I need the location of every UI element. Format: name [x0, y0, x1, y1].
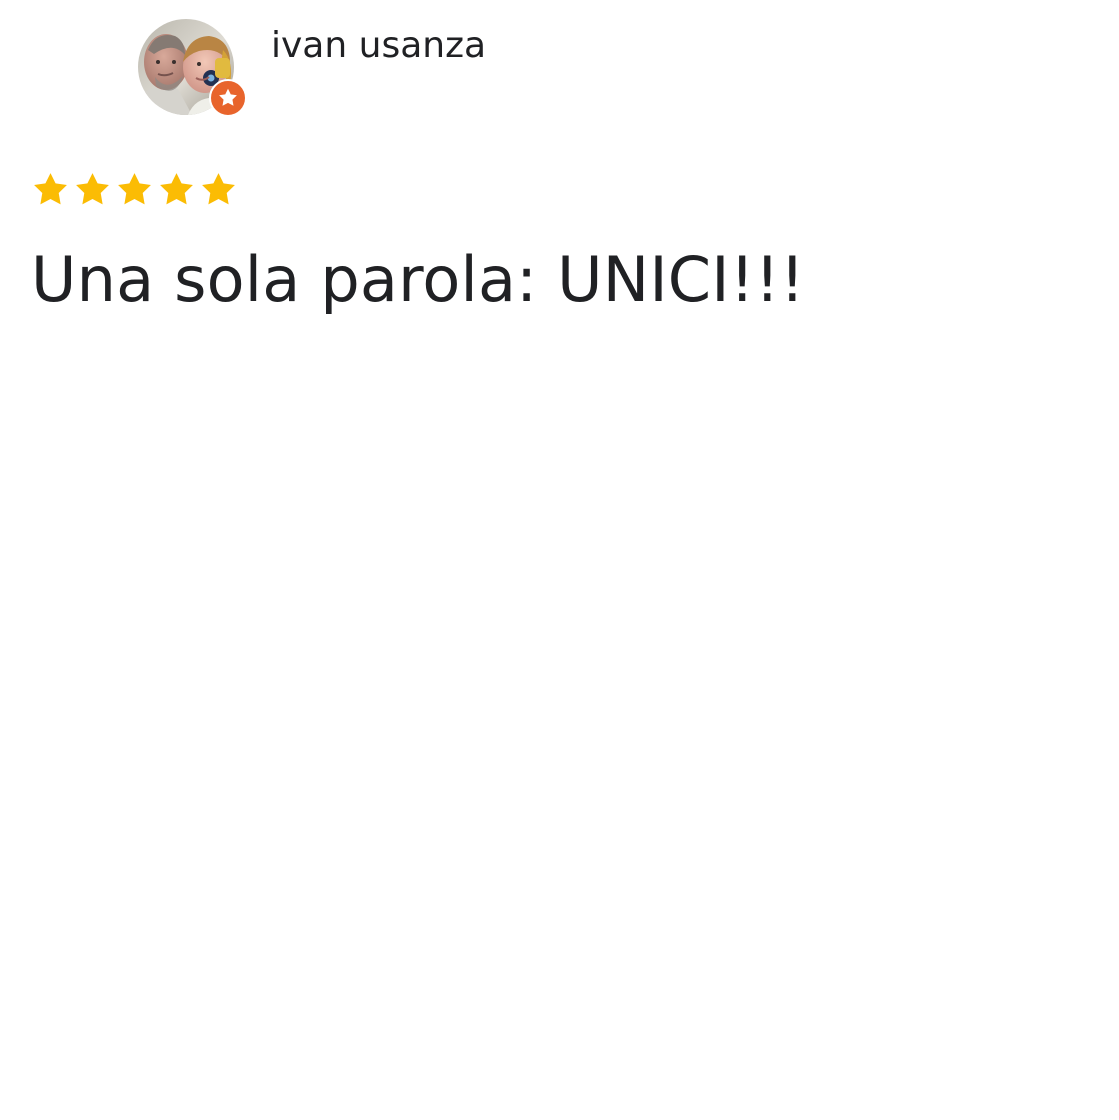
- reviewer-avatar-container[interactable]: [138, 19, 248, 117]
- star-icon: [219, 88, 237, 106]
- filled-star-icon: [202, 173, 235, 205]
- reviewer-name[interactable]: ivan usanza: [271, 24, 486, 68]
- review-text: Una sola parola: UNICI!!!: [31, 243, 805, 316]
- filled-star-icon: [160, 173, 193, 205]
- rating-stars: [31, 170, 238, 212]
- filled-star-icon: [118, 173, 151, 205]
- filled-star-icon: [76, 173, 109, 205]
- local-guide-badge-icon: [209, 79, 247, 117]
- review-card: ivan usanza Una sola parola: UNICI!!!: [0, 0, 1119, 1120]
- filled-star-icon: [34, 173, 67, 205]
